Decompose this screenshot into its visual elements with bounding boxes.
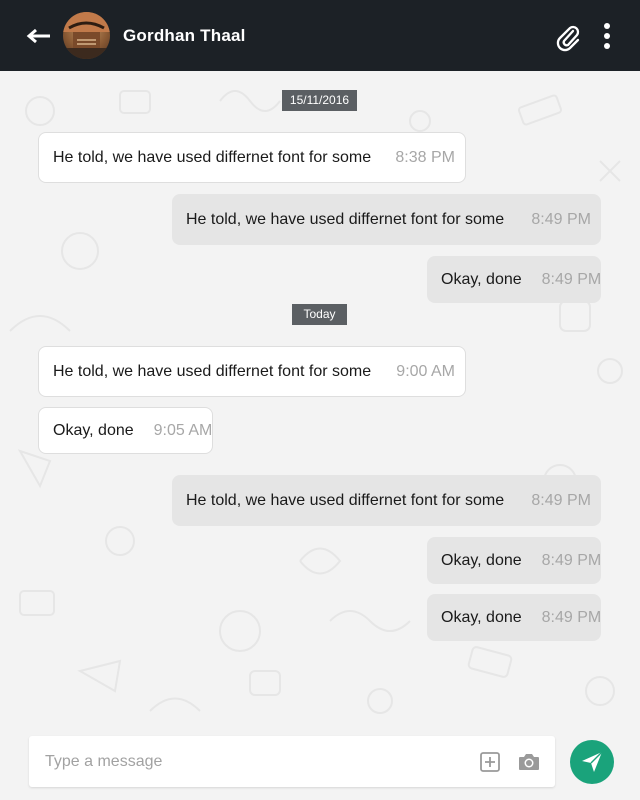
contact-avatar[interactable] — [63, 12, 110, 59]
send-button[interactable] — [570, 740, 614, 784]
message-time: 8:49 PM — [541, 270, 602, 288]
paperclip-icon[interactable] — [553, 22, 583, 52]
message-composer — [29, 736, 555, 787]
message-outgoing[interactable]: Okay, done 8:49 PM — [427, 537, 601, 584]
date-separator: 15/11/2016 — [282, 90, 357, 111]
message-outgoing[interactable]: Okay, done 8:49 PM — [427, 594, 601, 641]
send-icon — [582, 751, 603, 772]
message-text: He told, we have used differnet font for… — [186, 210, 505, 228]
message-time: 8:49 PM — [531, 491, 591, 509]
message-incoming[interactable]: He told, we have used differnet font for… — [38, 132, 466, 183]
message-text: Okay, done — [441, 270, 522, 288]
more-vertical-icon[interactable] — [599, 23, 615, 49]
message-text: He told, we have used differnet font for… — [186, 491, 505, 509]
message-input[interactable] — [29, 736, 469, 787]
message-time: 8:49 PM — [541, 551, 602, 569]
message-text: Okay, done — [441, 551, 522, 569]
message-time: 8:49 PM — [541, 608, 602, 626]
message-text: Okay, done — [53, 421, 134, 439]
message-incoming[interactable]: Okay, done 9:05 AM — [38, 407, 213, 454]
back-arrow-icon[interactable] — [24, 22, 54, 50]
contact-name[interactable]: Gordhan Thaal — [123, 26, 246, 46]
message-outgoing[interactable]: He told, we have used differnet font for… — [172, 194, 601, 245]
message-text: Okay, done — [441, 608, 522, 626]
message-text: He told, we have used differnet font for… — [53, 148, 372, 166]
message-time: 8:38 PM — [395, 148, 455, 166]
message-time: 8:49 PM — [531, 210, 591, 228]
plus-square-icon[interactable] — [479, 751, 501, 773]
camera-icon[interactable] — [517, 751, 541, 773]
message-time: 9:05 AM — [153, 421, 213, 439]
date-separator: Today — [292, 304, 347, 325]
message-text: He told, we have used differnet font for… — [53, 362, 372, 380]
message-incoming[interactable]: He told, we have used differnet font for… — [38, 346, 466, 397]
message-time: 9:00 AM — [396, 362, 455, 380]
chat-header: Gordhan Thaal — [0, 0, 640, 71]
message-outgoing[interactable]: Okay, done 8:49 PM — [427, 256, 601, 303]
message-outgoing[interactable]: He told, we have used differnet font for… — [172, 475, 601, 526]
